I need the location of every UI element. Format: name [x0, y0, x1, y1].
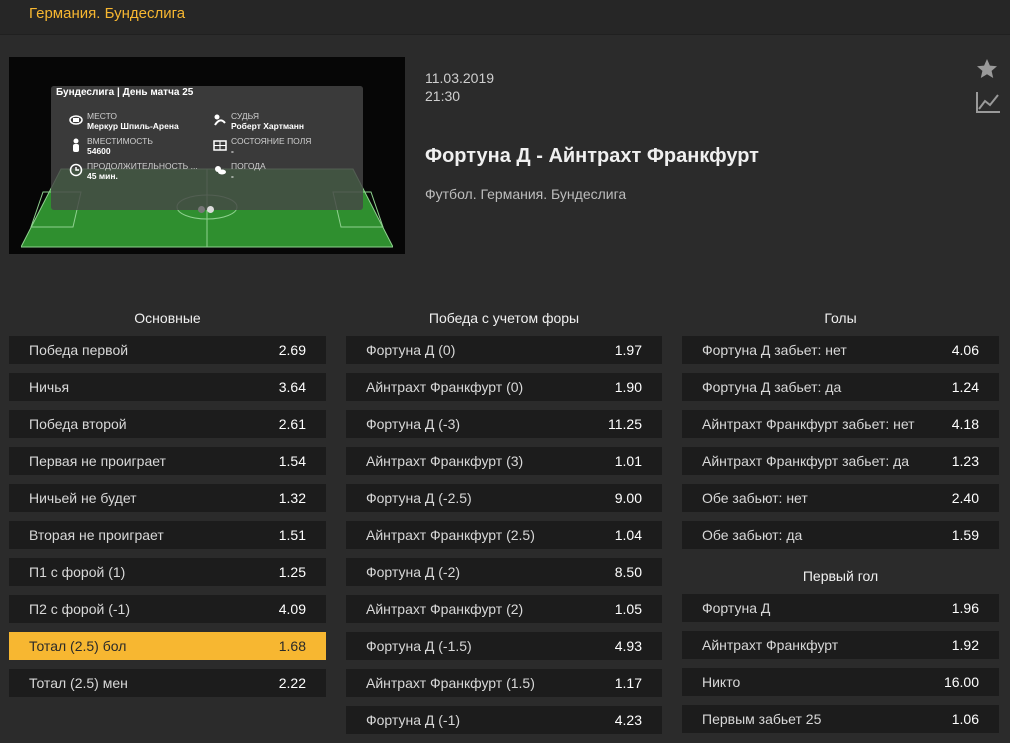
breadcrumb[interactable]: Германия. Бундеслига [29, 5, 185, 22]
odds-row[interactable]: Айнтрахт Франкфурт (2) 1.05 [346, 595, 662, 623]
odds-row[interactable]: Вторая не проиграет 1.51 [9, 521, 326, 549]
clock-icon [69, 163, 83, 177]
favorite-star-icon[interactable] [975, 57, 999, 81]
odds-row[interactable]: Фортуна Д (-1) 4.23 [346, 706, 662, 734]
odds-row[interactable]: Первым забьет 25 1.06 [682, 705, 999, 733]
odds-row[interactable]: П2 с форой (-1) 4.09 [9, 595, 326, 623]
top-bar: Германия. Бундеслига [0, 0, 1010, 35]
odds-row[interactable]: Айнтрахт Франкфурт забьет: нет 4.18 [682, 410, 999, 438]
capacity-icon [73, 138, 79, 152]
odds-row[interactable]: Фортуна Д 1.96 [682, 594, 999, 622]
market-main: Основные Победа первой 2.69 Ничья 3.64 Поб… [9, 300, 326, 706]
match-widget: Бундеслига | День матча 25 МЕСТО Меркур … [9, 57, 405, 254]
carousel-dot-1[interactable] [198, 206, 205, 213]
market-handicap: Победа с учетом форы Фортуна Д (0) 1.97 А… [346, 300, 662, 743]
referee-icon [214, 114, 226, 126]
odds-row[interactable]: Айнтрахт Франкфурт (0) 1.90 [346, 373, 662, 401]
widget-header: Бундеслига | День матча 25 [51, 86, 363, 101]
odds-row[interactable]: Никто 16.00 [682, 668, 999, 696]
odds-row[interactable]: Победа второй 2.61 [9, 410, 326, 438]
odds-row[interactable]: Айнтрахт Франкфурт (2.5) 1.04 [346, 521, 662, 549]
odds-row[interactable]: Тотал (2.5) мен 2.22 [9, 669, 326, 697]
stadium-icon [69, 115, 83, 125]
odds-row[interactable]: Айнтрахт Франкфурт забьет: да 1.23 [682, 447, 999, 475]
match-date: 11.03.2019 [425, 70, 495, 86]
odds-row[interactable]: Айнтрахт Франкфурт (1.5) 1.17 [346, 669, 662, 697]
match-subtitle: Футбол. Германия. Бундеслига [425, 186, 627, 202]
market-goals: Голы Фортуна Д забьет: нет 4.06 Фортуна Д… [682, 300, 999, 742]
pitch-icon [213, 140, 227, 151]
odds-row[interactable]: Айнтрахт Франкфурт (3) 1.01 [346, 447, 662, 475]
odds-row[interactable]: Победа первой 2.69 [9, 336, 326, 364]
odds-row[interactable]: Обе забьют: нет 2.40 [682, 484, 999, 512]
match-datetime: 11.03.2019 21:30 [425, 69, 494, 105]
match-time: 21:30 [425, 88, 461, 104]
match-title: Фортуна Д - Айнтрахт Франкфурт [425, 145, 759, 167]
odds-row[interactable]: Фортуна Д забьет: да 1.24 [682, 373, 999, 401]
match-info-overlay: Бундеслига | День матча 25 МЕСТО Меркур … [51, 86, 363, 213]
odds-row[interactable]: Фортуна Д (-2.5) 9.00 [346, 484, 662, 512]
odds-row[interactable]: Фортуна Д (0) 1.97 [346, 336, 662, 364]
odds-row[interactable]: Первая не проиграет 1.54 [9, 447, 326, 475]
odds-row[interactable]: Фортуна Д (-2) 8.50 [346, 558, 662, 586]
carousel-dot-2[interactable] [207, 206, 214, 213]
odds-row[interactable]: Ничьей не будет 1.32 [9, 484, 326, 512]
odds-row[interactable]: Обе забьют: да 1.59 [682, 521, 999, 549]
market-title: Голы [824, 310, 857, 326]
odds-row[interactable]: Айнтрахт Франкфурт 1.92 [682, 631, 999, 659]
market-title: Победа с учетом форы [428, 310, 580, 326]
odds-row[interactable]: Фортуна Д забьет: нет 4.06 [682, 336, 999, 364]
odds-row-selected[interactable]: Тотал (2.5) бол 1.68 [9, 632, 326, 660]
odds-row[interactable]: П1 с форой (1) 1.25 [9, 558, 326, 586]
statistics-chart-icon[interactable] [975, 90, 1001, 114]
market-title: Основные [134, 310, 201, 326]
market-title: Первый гол [802, 568, 879, 584]
odds-row[interactable]: Фортуна Д (-1.5) 4.93 [346, 632, 662, 660]
odds-row[interactable]: Ничья 3.64 [9, 373, 326, 401]
weather-icon [215, 166, 226, 175]
carousel-dots [198, 200, 216, 218]
odds-row[interactable]: Фортуна Д (-3) 11.25 [346, 410, 662, 438]
